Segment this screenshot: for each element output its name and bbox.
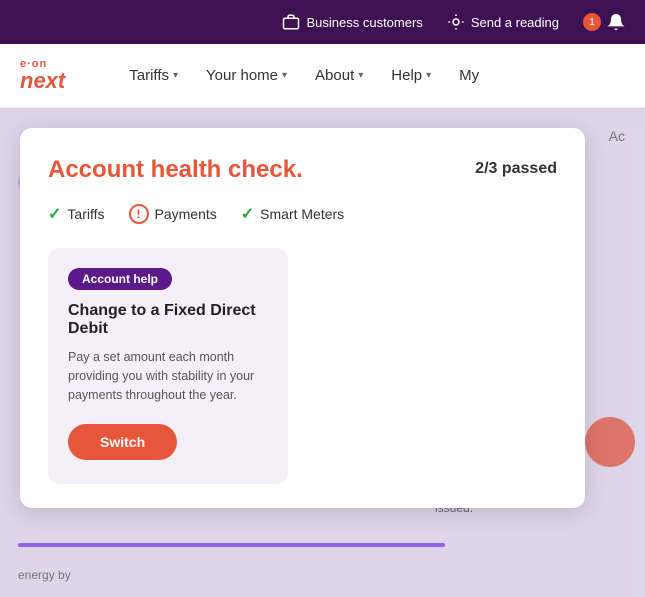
check-smart-meters: ✓ Smart Meters xyxy=(241,204,344,224)
card-body: Pay a set amount each month providing yo… xyxy=(68,348,268,404)
send-reading-label: Send a reading xyxy=(471,15,559,30)
check-pass-icon: ✓ xyxy=(48,204,61,224)
card-title: Change to a Fixed Direct Debit xyxy=(68,302,268,338)
notification-bell[interactable]: 1 xyxy=(583,13,625,31)
modal-checks: ✓ Tariffs ! Payments ✓ Smart Meters xyxy=(48,204,557,224)
tariffs-chevron-icon: ▾ xyxy=(173,70,178,81)
modal-passed: 2/3 passed xyxy=(475,160,557,178)
card-badge: Account help xyxy=(68,268,172,290)
check-payments: ! Payments xyxy=(129,204,217,224)
health-check-modal: Account health check. 2/3 passed ✓ Tarif… xyxy=(20,128,585,508)
about-chevron-icon: ▾ xyxy=(358,70,363,81)
nav-your-home[interactable]: Your home ▾ xyxy=(194,59,299,92)
nav-my[interactable]: My xyxy=(447,59,491,92)
top-bar: Business customers Send a reading 1 xyxy=(0,0,645,44)
logo[interactable]: e·on next xyxy=(20,59,65,92)
help-chevron-icon: ▾ xyxy=(426,70,431,81)
switch-button[interactable]: Switch xyxy=(68,424,177,460)
check-payments-label: Payments xyxy=(155,206,217,222)
check-smart-meters-label: Smart Meters xyxy=(260,206,344,222)
logo-next: next xyxy=(20,70,65,92)
nav-help[interactable]: Help ▾ xyxy=(379,59,443,92)
check-warning-icon: ! xyxy=(129,204,149,224)
recommendation-card: Account help Change to a Fixed Direct De… xyxy=(48,248,288,484)
modal-header: Account health check. 2/3 passed xyxy=(48,156,557,184)
nav-items: Tariffs ▾ Your home ▾ About ▾ Help ▾ My xyxy=(117,59,491,92)
your-home-chevron-icon: ▾ xyxy=(282,70,287,81)
check-tariffs-label: Tariffs xyxy=(67,206,104,222)
check-tariffs: ✓ Tariffs xyxy=(48,204,105,224)
business-customers-label: Business customers xyxy=(306,15,422,30)
nav-tariffs[interactable]: Tariffs ▾ xyxy=(117,59,190,92)
business-customers-link[interactable]: Business customers xyxy=(282,13,422,31)
page-background: Wo 392 G Ac ‹ energy by t paym paymement… xyxy=(0,108,645,597)
nav-about[interactable]: About ▾ xyxy=(303,59,375,92)
modal-title: Account health check. xyxy=(48,156,303,184)
nav-bar: e·on next Tariffs ▾ Your home ▾ About ▾ … xyxy=(0,44,645,108)
send-reading-link[interactable]: Send a reading xyxy=(447,13,559,31)
check-pass-icon-2: ✓ xyxy=(241,204,254,224)
notification-badge: 1 xyxy=(583,13,601,31)
modal-overlay: Account health check. 2/3 passed ✓ Tarif… xyxy=(0,108,645,597)
